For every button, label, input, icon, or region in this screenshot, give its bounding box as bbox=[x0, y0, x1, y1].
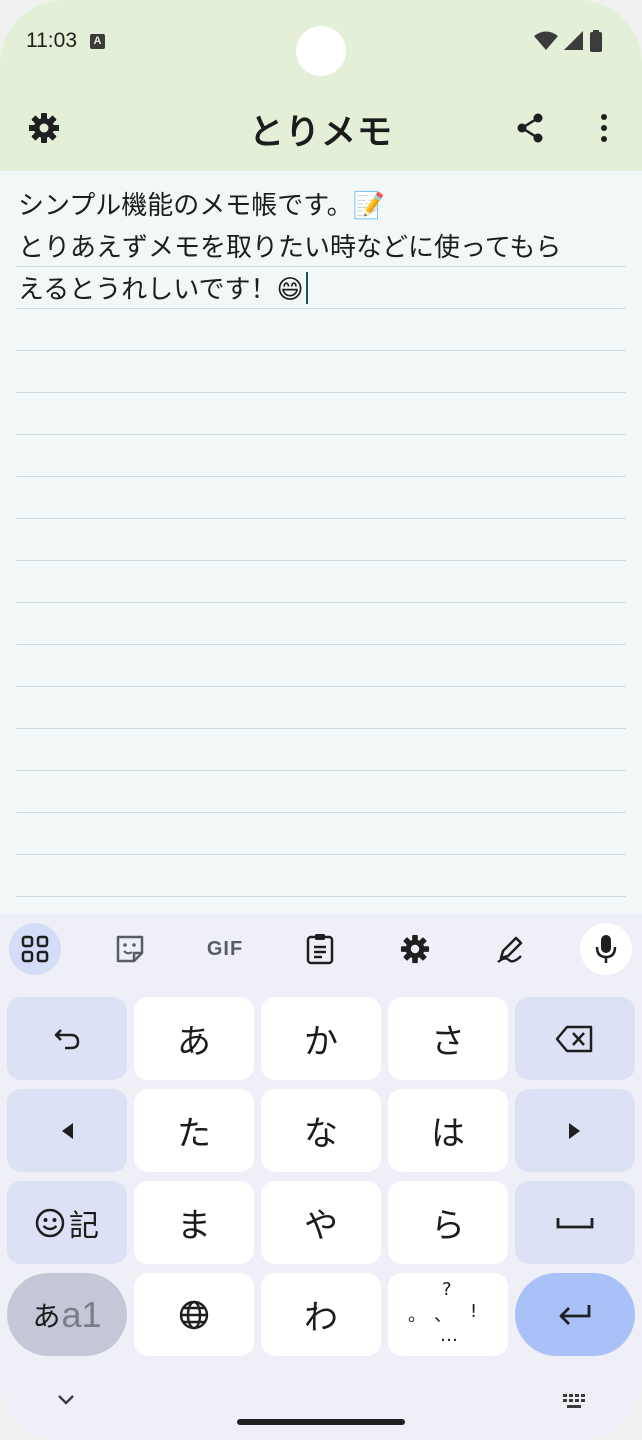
enter-icon bbox=[559, 1304, 591, 1325]
phone-screen: 11:03 A とりメモ シンプル機能のメモ帳です。📝 とりあえずメモを取りたい… bbox=[0, 0, 642, 1440]
chevron-down-icon bbox=[58, 1395, 74, 1405]
voice-input-button[interactable] bbox=[580, 923, 632, 975]
punct-comma: 、 bbox=[434, 1305, 452, 1326]
note-text[interactable]: シンプル機能のメモ帳です。📝 とりあえずメモを取りたい時などに使ってもら えるとうれ… bbox=[18, 185, 628, 311]
key-ka[interactable]: か bbox=[261, 997, 381, 1080]
sticker-icon bbox=[116, 935, 144, 963]
backspace-icon bbox=[555, 1025, 593, 1052]
punct-ellipsis: … bbox=[440, 1325, 458, 1346]
status-icons bbox=[534, 30, 602, 52]
note-line-last: えるとうれしいです！😄 bbox=[18, 269, 628, 311]
punct-question: ? bbox=[442, 1279, 452, 1300]
globe-icon bbox=[179, 1300, 209, 1329]
handwriting-button[interactable] bbox=[484, 923, 536, 975]
keyboard-settings-button[interactable] bbox=[389, 923, 441, 975]
gear-icon bbox=[400, 934, 430, 964]
key-a[interactable]: あ bbox=[134, 997, 254, 1080]
emoji-key-label: 記 bbox=[69, 1208, 99, 1244]
key-ra[interactable]: ら bbox=[388, 1181, 508, 1264]
arrow-left-icon bbox=[62, 1122, 73, 1139]
camera-cutout bbox=[296, 26, 346, 76]
space-key[interactable] bbox=[515, 1181, 635, 1264]
sticker-button[interactable] bbox=[104, 923, 156, 975]
signal-icon bbox=[564, 31, 583, 50]
key-na[interactable]: な bbox=[261, 1089, 381, 1172]
battery-icon bbox=[590, 30, 602, 52]
grid-icon bbox=[21, 935, 49, 963]
key-ha[interactable]: は bbox=[388, 1089, 508, 1172]
enter-key[interactable] bbox=[515, 1273, 635, 1356]
key-ya[interactable]: や bbox=[261, 1181, 381, 1264]
emoji-symbol-key[interactable]: 記 bbox=[7, 1181, 127, 1264]
mode-hiragana-label: あ bbox=[32, 1299, 61, 1333]
home-indicator[interactable] bbox=[237, 1419, 405, 1425]
share-button[interactable] bbox=[508, 106, 552, 150]
status-time: 11:03 bbox=[26, 29, 77, 52]
gif-label: GIF bbox=[206, 937, 244, 960]
mic-icon bbox=[595, 935, 617, 963]
undo-key[interactable] bbox=[7, 997, 127, 1080]
cursor-left-key[interactable] bbox=[7, 1089, 127, 1172]
hide-keyboard-button[interactable] bbox=[56, 1391, 76, 1410]
mode-alpha-label: a1 bbox=[61, 1293, 102, 1335]
note-line: えるとうれしいです！😄 bbox=[18, 275, 304, 305]
apps-grid-button[interactable] bbox=[9, 923, 61, 975]
input-mode-key[interactable]: あ a1 bbox=[7, 1273, 127, 1356]
punct-exclamation: ! bbox=[470, 1301, 478, 1322]
share-icon bbox=[517, 113, 543, 143]
keyboard-icon bbox=[563, 1394, 585, 1408]
space-icon bbox=[556, 1217, 594, 1228]
arrow-right-icon bbox=[569, 1122, 580, 1139]
overflow-menu-button[interactable] bbox=[582, 106, 626, 150]
key-ma[interactable]: ま bbox=[134, 1181, 254, 1264]
note-editor[interactable]: シンプル機能のメモ帳です。📝 とりあえずメモを取りたい時などに使ってもら えるとうれ… bbox=[0, 171, 642, 913]
keyboard-toolbar: GIF bbox=[0, 913, 642, 985]
punctuation-key[interactable]: ? 。 、 ! … bbox=[388, 1273, 508, 1356]
ruled-lines bbox=[16, 225, 626, 913]
clipboard-icon bbox=[306, 934, 334, 965]
punct-period: 。 bbox=[408, 1305, 426, 1326]
language-key[interactable] bbox=[134, 1273, 254, 1356]
key-sa[interactable]: さ bbox=[388, 997, 508, 1080]
clipboard-button[interactable] bbox=[294, 923, 346, 975]
notification-icon: A bbox=[90, 34, 105, 49]
cursor-right-key[interactable] bbox=[515, 1089, 635, 1172]
app-header: 11:03 A とりメモ bbox=[0, 0, 642, 171]
text-caret bbox=[305, 272, 308, 304]
undo-icon bbox=[54, 1028, 80, 1049]
key-ta[interactable]: た bbox=[134, 1089, 254, 1172]
key-wa[interactable]: わ bbox=[261, 1273, 381, 1356]
keyboard: GIF あ か さ た な は 記 ま や ら あ a1 わ ? 。 、 ! … bbox=[0, 913, 642, 1440]
wifi-icon bbox=[534, 31, 558, 50]
more-vert-icon bbox=[601, 114, 607, 142]
note-line: シンプル機能のメモ帳です。📝 bbox=[18, 191, 385, 221]
backspace-key[interactable] bbox=[515, 997, 635, 1080]
gif-button[interactable]: GIF bbox=[199, 923, 251, 975]
pen-icon bbox=[497, 936, 523, 963]
emoji-icon bbox=[35, 1208, 65, 1237]
note-line: とりあえずメモを取りたい時などに使ってもら bbox=[18, 233, 562, 263]
switch-keyboard-button[interactable] bbox=[562, 1393, 588, 1415]
